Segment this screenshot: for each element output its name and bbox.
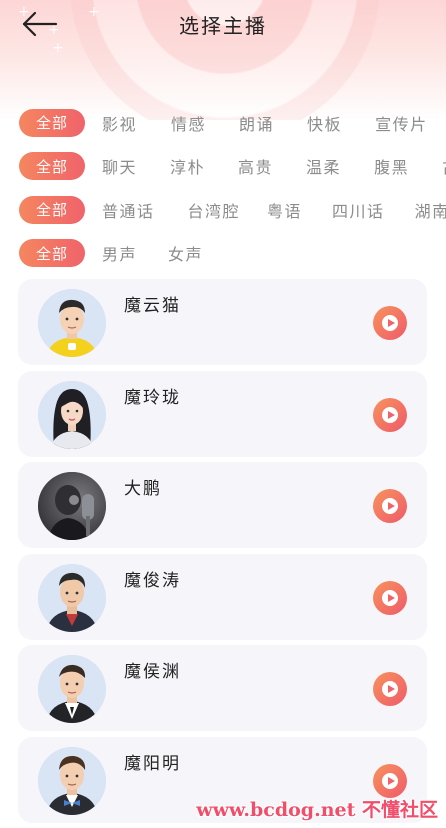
filter-tag[interactable]: 湖南话 xyxy=(415,198,446,222)
filter-tag[interactable]: 温柔 xyxy=(306,154,341,178)
avatar xyxy=(38,472,106,540)
filter-tag[interactable]: 聊天 xyxy=(102,154,137,178)
cartoon-woman-avatar-icon xyxy=(38,380,106,449)
page-title: 选择主播 xyxy=(179,14,267,38)
play-button[interactable] xyxy=(373,489,407,523)
photo-avatar-icon xyxy=(38,472,106,540)
filter-row-category: 全部 影视 情感 朗诵 快板 宣传片 xyxy=(0,101,446,145)
filter-tag[interactable]: 情感 xyxy=(171,111,206,135)
anchor-name: 大鹏 xyxy=(124,479,162,499)
play-button[interactable] xyxy=(373,672,407,706)
filter-tag[interactable]: 四川话 xyxy=(332,198,385,222)
filter-tag[interactable]: 女声 xyxy=(168,241,203,265)
cartoon-man-avatar-icon xyxy=(38,655,106,723)
play-button[interactable] xyxy=(373,397,407,432)
filter-tag[interactable]: 男声 xyxy=(102,241,137,265)
anchor-card[interactable]: 魔玲珑 xyxy=(18,370,427,457)
filter-tag[interactable]: 古 xyxy=(442,154,446,178)
filter-tag[interactable]: 普通话 xyxy=(102,198,155,222)
cartoon-man-avatar-icon xyxy=(38,289,106,357)
avatar xyxy=(38,563,106,632)
anchor-name: 魔俊涛 xyxy=(124,570,181,591)
filter-tag[interactable]: 淳朴 xyxy=(170,154,205,178)
play-icon xyxy=(382,498,398,514)
play-button[interactable] xyxy=(373,580,407,615)
filter-tag[interactable]: 台湾腔 xyxy=(188,198,241,222)
anchor-list: 魔云猫 魔玲珑 大鹏 魔俊涛 魔侯渊 魔阳明 xyxy=(18,279,427,828)
anchor-card[interactable]: 大鹏 xyxy=(18,462,427,548)
avatar xyxy=(38,380,106,449)
filter-tag[interactable]: 粤语 xyxy=(267,198,302,222)
play-button[interactable] xyxy=(373,763,407,798)
filter-tag[interactable]: 朗诵 xyxy=(239,111,274,135)
play-icon xyxy=(382,315,398,331)
filter-all-chip[interactable]: 全部 xyxy=(19,108,85,137)
filter-all-chip[interactable]: 全部 xyxy=(19,195,85,224)
filter-tag[interactable]: 快板 xyxy=(307,111,342,135)
anchor-name: 魔云猫 xyxy=(124,296,181,316)
top-bar: 选择主播 xyxy=(0,0,446,50)
filter-row-style: 全部 聊天 淳朴 高贵 温柔 腹黑 古 xyxy=(0,145,446,189)
cartoon-man-avatar-icon xyxy=(38,563,106,632)
play-icon xyxy=(382,772,398,789)
avatar xyxy=(38,655,106,723)
anchor-name: 魔侯渊 xyxy=(124,662,181,682)
anchor-card[interactable]: 魔侯渊 xyxy=(18,645,427,731)
play-icon xyxy=(382,681,398,697)
filter-tag[interactable]: 腹黑 xyxy=(374,154,409,178)
anchor-card[interactable]: 魔俊涛 xyxy=(18,553,427,640)
cartoon-man-avatar-icon xyxy=(38,746,106,815)
filter-tag[interactable]: 影视 xyxy=(102,111,137,135)
filter-all-chip[interactable]: 全部 xyxy=(19,239,85,268)
anchor-card[interactable]: 魔云猫 xyxy=(18,279,427,365)
avatar xyxy=(38,289,106,357)
filter-tag[interactable]: 高贵 xyxy=(238,154,273,178)
filter-row-dialect: 全部 普通话 台湾腔 粤语 四川话 湖南话 xyxy=(0,188,446,232)
watermark: www.bcdog.net 不懂社区 xyxy=(196,799,438,821)
filter-panel: 全部 影视 情感 朗诵 快板 宣传片 全部 聊天 淳朴 高贵 温柔 腹黑 古 全… xyxy=(0,101,446,275)
filter-all-chip[interactable]: 全部 xyxy=(19,152,85,181)
play-icon xyxy=(382,406,398,423)
filter-row-gender: 全部 男声 女声 xyxy=(0,232,446,276)
play-button[interactable] xyxy=(373,306,407,340)
anchor-name: 魔玲珑 xyxy=(124,387,181,408)
anchor-name: 魔阳明 xyxy=(124,753,181,774)
play-icon xyxy=(382,589,398,606)
filter-tag[interactable]: 宣传片 xyxy=(375,111,428,135)
avatar xyxy=(38,746,106,815)
